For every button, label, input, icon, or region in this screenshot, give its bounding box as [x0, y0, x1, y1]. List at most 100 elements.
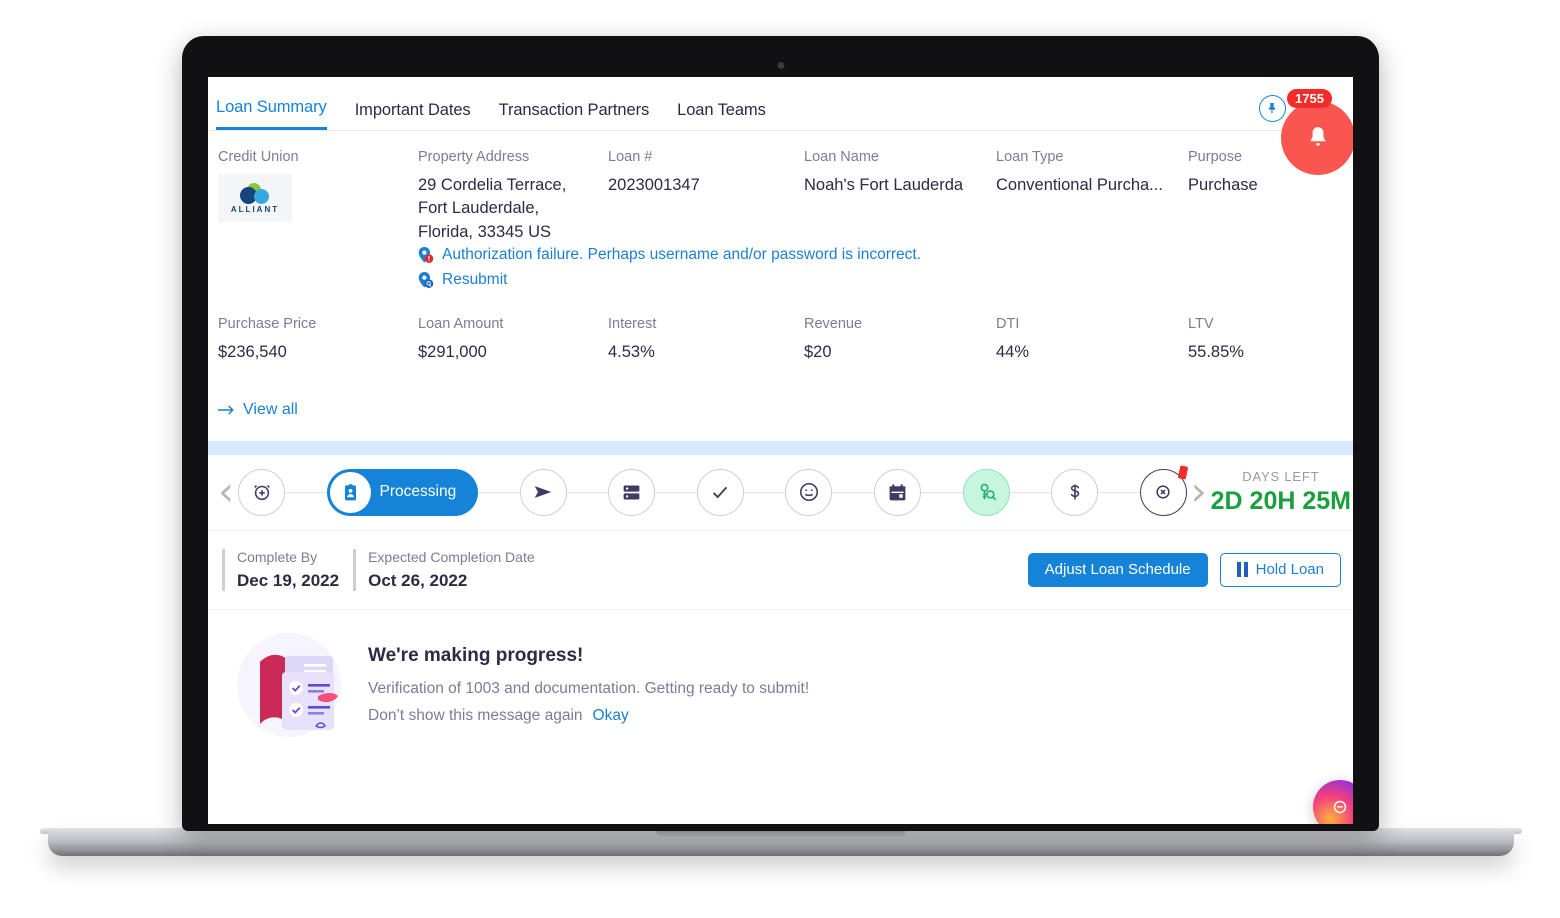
alliant-logo-circles — [235, 182, 275, 204]
days-left-value: 2D 20H 25M — [1210, 486, 1351, 515]
logo-circle-light-blue — [254, 188, 269, 204]
metric-value: 4.53% — [608, 343, 655, 362]
step-cancel[interactable] — [1139, 464, 1188, 516]
tab-list: Loan Summary Important Dates Transaction… — [212, 98, 766, 130]
map-pin-error-icon — [418, 247, 434, 264]
step-connector — [655, 491, 697, 493]
laptop-base — [48, 830, 1514, 856]
step-calendar[interactable] — [873, 468, 921, 516]
field-value: Purchase — [1188, 176, 1258, 194]
step-server[interactable] — [608, 468, 656, 516]
metric-label: DTI — [996, 316, 1020, 333]
metric-purchase-price: Purchase Price $236,540 — [218, 316, 418, 364]
step-connector — [832, 491, 874, 493]
laptop-screen: Loan Summary Important Dates Transaction… — [208, 77, 1353, 824]
stepper-next-button[interactable]: › — [1187, 472, 1211, 512]
field-loan-number: Loan # 2023001347 — [608, 149, 804, 244]
alert-resubmit[interactable]: Resubmit — [418, 271, 1333, 290]
metric-ltv: LTV 55.85% — [1188, 316, 1353, 364]
okay-button[interactable]: Okay — [593, 707, 629, 725]
field-label: Credit Union — [218, 149, 299, 165]
field-property-address: Property Address 29 Cordelia Terrace, Fo… — [418, 149, 608, 244]
tab-transaction-partners[interactable]: Transaction Partners — [499, 101, 650, 130]
step-smiley[interactable] — [785, 468, 833, 516]
hold-loan-label: Hold Loan — [1255, 561, 1324, 579]
step-check[interactable] — [696, 468, 744, 516]
assistant-icon — [1333, 800, 1347, 814]
progress-message-title: We're making progress! — [368, 644, 584, 666]
step-send[interactable] — [519, 468, 567, 516]
server-list-icon — [623, 485, 640, 500]
step-keys[interactable] — [962, 468, 1010, 516]
expected-completion-block: Expected Completion Date Oct 26, 2022 — [353, 548, 535, 591]
step-connector — [1009, 491, 1052, 493]
loan-summary-section: Credit Union ALLIANT Property Address 29… — [208, 131, 1353, 421]
progress-message-footer: Don’t show this message again Okay — [368, 707, 809, 725]
loan-stage-stepper: ‹ Processing › DAYS LEFT 2D 20H 25M — [208, 455, 1353, 531]
step-dollar[interactable] — [1051, 468, 1099, 516]
illustration-svg — [237, 632, 341, 737]
stepper-prev-button[interactable]: ‹ — [214, 472, 238, 512]
credit-union-logo-text: ALLIANT — [230, 204, 280, 214]
alert-text: Authorization failure. Perhaps username … — [442, 246, 922, 264]
pause-icon — [1236, 562, 1248, 578]
calendar-icon — [889, 483, 906, 501]
action-buttons: Adjust Loan Schedule Hold Loan — [1027, 552, 1345, 587]
check-icon — [713, 486, 728, 499]
tab-bar: Loan Summary Important Dates Transaction… — [208, 77, 1353, 175]
alerts-container: Authorization failure. Perhaps username … — [218, 246, 1333, 290]
metric-value: $236,540 — [218, 343, 287, 362]
progress-message: We're making progress! Verification of 1… — [348, 645, 809, 725]
send-icon — [534, 486, 552, 499]
step-processing-active[interactable]: Processing — [326, 468, 479, 516]
metric-revenue: Revenue $20 — [804, 316, 996, 364]
dont-show-again-label: Don’t show this message again — [368, 706, 583, 724]
alert-authorization-failure[interactable]: Authorization failure. Perhaps username … — [418, 246, 1333, 265]
section-divider-band — [208, 440, 1353, 455]
metric-label: Revenue — [804, 316, 863, 333]
step-alarm[interactable] — [238, 468, 285, 516]
field-label: Loan Type — [996, 149, 1064, 165]
field-credit-union: Credit Union ALLIANT — [218, 149, 418, 244]
hold-loan-button[interactable]: Hold Loan — [1219, 552, 1341, 587]
tab-loan-teams[interactable]: Loan Teams — [677, 101, 766, 130]
step-connector — [285, 491, 327, 493]
complete-by-block: Complete By Dec 19, 2022 — [222, 548, 340, 591]
metric-value: 55.85% — [1188, 343, 1244, 362]
keys-icon — [980, 483, 996, 501]
complete-by-value: Dec 19, 2022 — [237, 570, 340, 590]
field-label: Loan Name — [804, 149, 879, 165]
metric-value: $20 — [804, 343, 832, 362]
pin-button[interactable] — [1259, 95, 1286, 122]
step-connector — [1098, 491, 1140, 493]
expected-completion-value: Oct 26, 2022 — [368, 570, 468, 590]
dollar-icon — [1070, 484, 1079, 500]
expected-completion-label: Expected Completion Date — [368, 548, 535, 565]
days-left-label: DAYS LEFT — [1242, 468, 1320, 484]
view-all-link[interactable]: View all — [218, 401, 298, 419]
laptop-lid: Loan Summary Important Dates Transaction… — [182, 36, 1379, 831]
notification-count-badge: 1755 — [1287, 88, 1332, 108]
smiley-icon — [799, 483, 818, 502]
field-value: 29 Cordelia Terrace, Fort Lauderdale, Fl… — [418, 176, 567, 241]
metric-label: Interest — [608, 316, 657, 333]
map-pin-search-icon — [418, 272, 434, 289]
tab-important-dates[interactable]: Important Dates — [355, 101, 471, 130]
arrow-right-icon — [218, 405, 234, 415]
field-value: 2023001347 — [608, 176, 700, 194]
tab-loan-summary[interactable]: Loan Summary — [216, 98, 327, 130]
laptop-mockup: Loan Summary Important Dates Transaction… — [0, 0, 1560, 918]
field-label: Loan # — [608, 149, 653, 165]
adjust-loan-schedule-button[interactable]: Adjust Loan Schedule — [1027, 552, 1208, 587]
metric-value: $291,000 — [418, 343, 487, 362]
webcam-icon — [777, 62, 784, 69]
summary-fields-row: Credit Union ALLIANT Property Address 29… — [218, 149, 1333, 244]
field-label: Property Address — [418, 149, 530, 165]
step-connector — [920, 491, 963, 493]
field-loan-type: Loan Type Conventional Purcha... — [996, 149, 1188, 244]
step-processing-label: Processing — [379, 483, 457, 501]
notifications-button[interactable]: 1755 — [1281, 88, 1353, 175]
alert-text: Resubmit — [442, 271, 508, 289]
days-left-panel: DAYS LEFT 2D 20H 25M — [1211, 469, 1353, 516]
assistant-fab-button[interactable] — [1313, 780, 1353, 824]
